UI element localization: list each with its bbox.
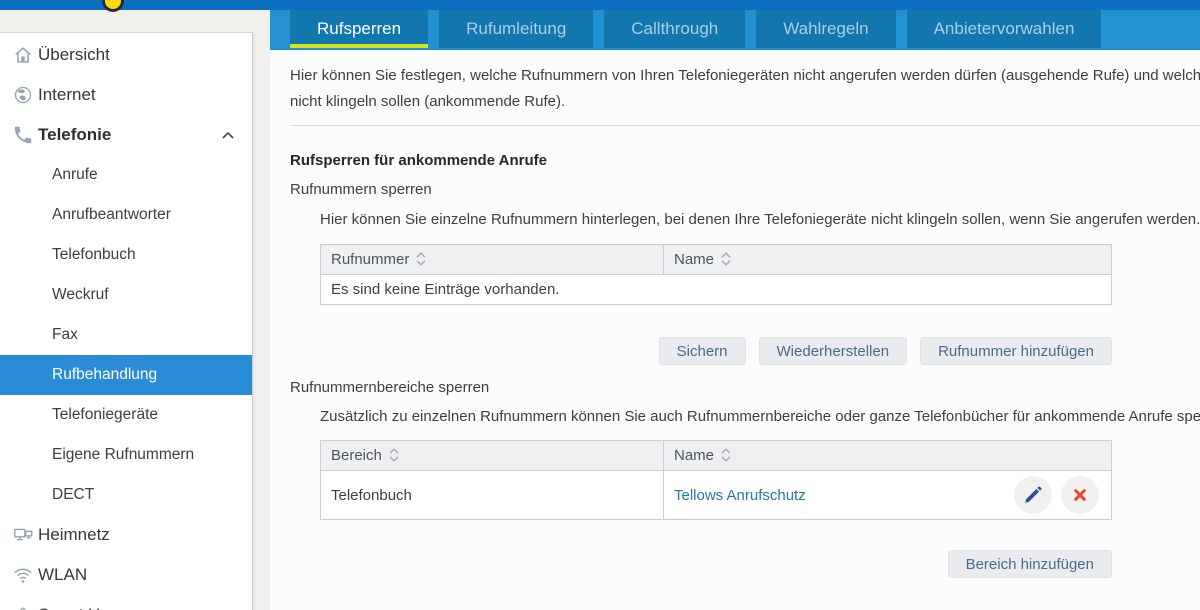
sort-icon [720,447,732,463]
ranges-block-description: Zusätzlich zu einzelnen Rufnummern könne… [320,408,1200,425]
bereich-cell: Telefonbuch [321,471,664,520]
blocked-numbers-table: Rufnummer Name Es sind keine Einträge vo… [320,244,1112,305]
tab-wahlregeln[interactable]: Wahlregeln [756,10,895,48]
tab-anbietervorwahlen[interactable]: Anbietervorwahlen [907,10,1102,48]
sidebar-item-wlan[interactable]: WLAN [0,555,252,595]
ranges-button-row: Bereich hinzufügen [320,550,1112,578]
network-icon [12,524,34,546]
sidebar-item-label: Eigene Rufnummern [52,446,194,464]
pencil-icon [1022,484,1044,506]
delete-button[interactable] [1061,476,1099,514]
tab-label: Rufsperren [317,19,401,39]
column-label: Rufnummer [331,251,409,268]
sidebar-item-anrufbeantworter[interactable]: Anrufbeantworter [0,195,252,235]
sidebar-nav-panel: Übersicht Internet Telefonie Anrufe Anru… [0,32,253,610]
tab-rufsperren[interactable]: Rufsperren [290,10,428,48]
numbers-button-row: Sichern Wiederherstellen Rufnummer hinzu… [320,337,1112,365]
name-cell: Tellows Anrufschutz [664,471,1112,520]
blocked-ranges-table: Bereich Name Telefonbuch Tellows Anrufsc… [320,440,1112,520]
column-header-rufnummer[interactable]: Rufnummer [321,245,664,275]
phone-icon [12,124,34,146]
sidebar: Übersicht Internet Telefonie Anrufe Anru… [0,10,270,610]
sidebar-item-label: Heimnetz [38,525,110,545]
wiederherstellen-button[interactable]: Wiederherstellen [759,337,908,365]
chevron-up-icon [220,128,236,144]
sidebar-item-heimnetz[interactable]: Heimnetz [0,515,252,555]
top-header-bar [0,0,1200,10]
tab-callthrough[interactable]: Callthrough [604,10,745,48]
smart-home-icon [12,604,34,610]
sidebar-item-label: Übersicht [38,45,110,65]
sidebar-item-telefoniegeraete[interactable]: Telefoniegeräte [0,395,252,435]
sidebar-item-telefonie[interactable]: Telefonie [0,115,252,155]
sidebar-item-label: Telefoniegeräte [52,406,158,424]
sidebar-item-uebersicht[interactable]: Übersicht [0,35,252,75]
column-header-name[interactable]: Name [664,441,1112,471]
sidebar-item-label: Smart Home [38,605,133,610]
sidebar-item-label: WLAN [38,565,87,585]
sidebar-item-label: Anrufbeantworter [52,206,171,224]
sidebar-item-internet[interactable]: Internet [0,75,252,115]
sidebar-item-eigene-rufnummern[interactable]: Eigene Rufnummern [0,435,252,475]
numbers-block-description: Hier können Sie einzelne Rufnummern hint… [320,211,1200,228]
tab-label: Rufumleitung [466,19,566,39]
sidebar-item-dect[interactable]: DECT [0,475,252,515]
x-icon [1071,486,1089,504]
sidebar-item-label: Telefonie [38,125,111,145]
sidebar-item-label: Internet [38,85,96,105]
sidebar-item-fax[interactable]: Fax [0,315,252,355]
wifi-icon [12,564,34,586]
column-label: Name [674,447,714,464]
column-label: Name [674,251,714,268]
sidebar-item-label: Fax [52,326,78,344]
column-header-name[interactable]: Name [664,245,1112,275]
sidebar-item-label: Anrufe [52,166,98,184]
globe-icon [12,84,34,106]
sort-icon [415,251,427,267]
numbers-block-title: Rufnummern sperren [290,181,1200,198]
column-header-bereich[interactable]: Bereich [321,441,664,471]
column-label: Bereich [331,447,382,464]
sidebar-item-telefonbuch[interactable]: Telefonbuch [0,235,252,275]
edit-button[interactable] [1014,476,1052,514]
sichern-button[interactable]: Sichern [659,337,746,365]
sidebar-item-anrufe[interactable]: Anrufe [0,155,252,195]
tellows-anrufschutz-link[interactable]: Tellows Anrufschutz [674,487,806,504]
sidebar-item-smart-home[interactable]: Smart Home [0,595,252,610]
sidebar-item-rufbehandlung[interactable]: Rufbehandlung [0,355,252,395]
tab-label: Callthrough [631,19,718,39]
home-icon [12,44,34,66]
main-content: Rufsperren Rufumleitung Callthrough Wahl… [270,10,1200,610]
bereich-hinzufuegen-button[interactable]: Bereich hinzufügen [948,550,1112,578]
sidebar-item-label: Rufbehandlung [52,366,157,384]
tab-label: Anbietervorwahlen [934,19,1075,39]
tab-bar: Rufsperren Rufumleitung Callthrough Wahl… [270,10,1200,50]
rufnummer-hinzufuegen-button[interactable]: Rufnummer hinzufügen [920,337,1112,365]
table-row-empty: Es sind keine Einträge vorhanden. [321,275,1112,305]
ranges-block-title: Rufnummernbereiche sperren [290,379,1200,396]
divider [290,125,1200,126]
sidebar-item-weckruf[interactable]: Weckruf [0,275,252,315]
table-header-row: Bereich Name [321,441,1112,471]
tab-rufumleitung[interactable]: Rufumleitung [439,10,593,48]
row-actions [1014,476,1099,514]
tab-label: Wahlregeln [783,19,868,39]
sort-icon [720,251,732,267]
rufsperren-page: Hier können Sie festlegen, welche Rufnum… [270,50,1200,578]
sidebar-item-label: Telefonbuch [52,246,136,264]
table-row-telefonbuch: Telefonbuch Tellows Anrufschutz [321,471,1112,520]
page-intro-line-1: Hier können Sie festlegen, welche Rufnum… [290,63,1200,89]
section-heading: Rufsperren für ankommende Anrufe [290,152,1200,169]
empty-table-message: Es sind keine Einträge vorhanden. [321,275,1112,305]
sidebar-item-label: Weckruf [52,286,109,304]
sidebar-item-label: DECT [52,486,94,504]
page-intro-line-2: nicht klingeln sollen (ankommende Rufe). [290,89,1200,115]
table-header-row: Rufnummer Name [321,245,1112,275]
sort-icon [388,447,400,463]
